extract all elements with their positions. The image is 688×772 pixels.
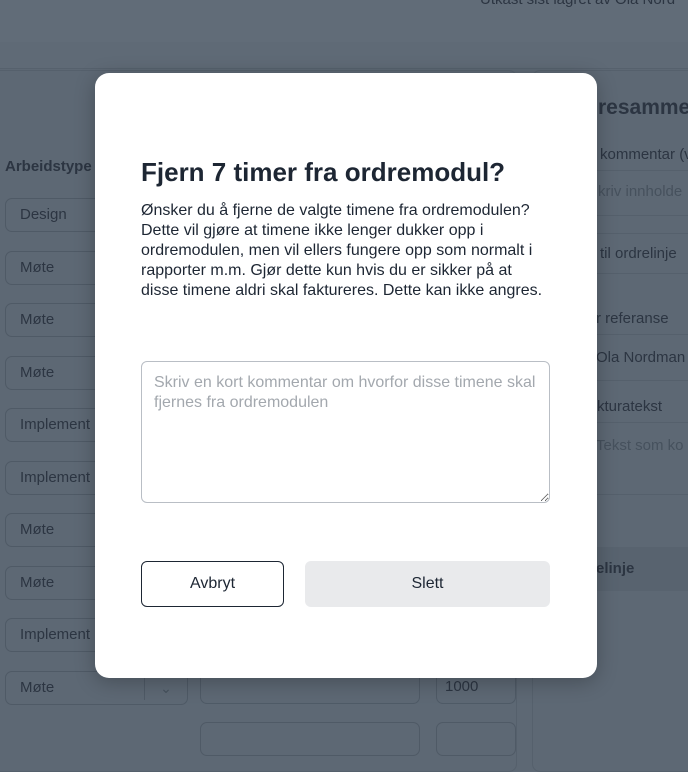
worktype-value: Møte [20, 311, 55, 328]
invoice-text-input[interactable]: Tekst som ko [596, 437, 684, 454]
summary-heading: resamme [598, 96, 688, 119]
toolbar-band [0, 42, 688, 69]
worktype-value: Implement [20, 468, 91, 486]
dialog-message: Ønsker du å fjerne de valgte timene fra … [141, 202, 543, 299]
add-to-orderline-link[interactable]: til ordrelinje [600, 245, 677, 262]
comment-label: kommentar (v [600, 146, 688, 163]
column-header-worktype: Arbeidstype [5, 158, 92, 175]
dialog-title: Fjern 7 timer fra ordremodul? [141, 157, 506, 187]
page-header: Utkast sist lagret av Ola Nord [0, 0, 688, 42]
comment-input[interactable]: kriv innholde [598, 183, 682, 200]
worktype-value: Møte [20, 363, 55, 381]
worktype-value: Møte [20, 258, 55, 276]
orderline-section: elinje [596, 560, 635, 577]
delete-button[interactable]: Slett [305, 561, 550, 607]
draft-status: Utkast sist lagret av Ola Nord [480, 0, 675, 8]
worktype-value: Implement [20, 626, 91, 643]
chevron-down-icon[interactable]: ⌄ [144, 675, 187, 700]
worktype-value: Implement [20, 416, 91, 433]
remove-hours-dialog: Fjern 7 timer fra ordremodul? Ønsker du … [95, 73, 597, 678]
worktype-value: Møte [20, 521, 55, 538]
worktype-value: Design [20, 206, 67, 223]
reference-label: r referanse [596, 310, 669, 327]
worktype-value: Møte [20, 678, 55, 696]
description-field[interactable] [200, 722, 420, 756]
reference-value[interactable]: Ola Nordman [596, 349, 685, 366]
invoice-text-label: kturatekst [597, 398, 663, 415]
amount-field[interactable] [436, 722, 516, 756]
worktype-value: Møte [20, 573, 55, 591]
cancel-button[interactable]: Avbryt [141, 561, 284, 607]
comment-textarea[interactable] [141, 361, 550, 503]
